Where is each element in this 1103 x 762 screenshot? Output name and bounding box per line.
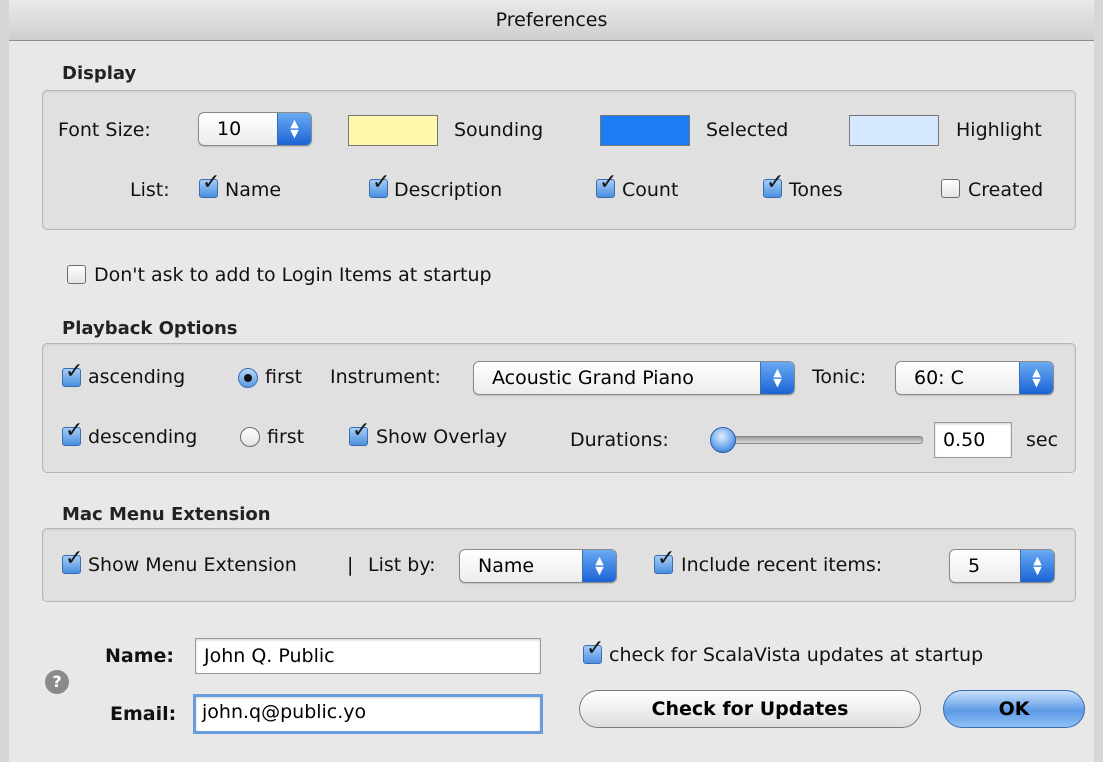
selected-color-label: Selected bbox=[706, 119, 789, 141]
login-items-label: Don't ask to add to Login Items at start… bbox=[94, 264, 492, 286]
login-items-checkbox[interactable] bbox=[67, 265, 86, 284]
show-menu-extension-label: Show Menu Extension bbox=[88, 554, 297, 576]
checkmark-icon: ✓ bbox=[766, 170, 785, 195]
instrument-label: Instrument: bbox=[330, 366, 441, 388]
instrument-popup[interactable]: Acoustic Grand Piano ▲ ▼ bbox=[473, 361, 795, 395]
recent-count-popup[interactable]: 5 ▲ ▼ bbox=[949, 549, 1055, 583]
radio-dot-icon bbox=[244, 374, 252, 382]
email-label: Email: bbox=[110, 703, 177, 725]
checkmark-icon: ✓ bbox=[599, 170, 618, 195]
durations-label: Durations: bbox=[570, 429, 669, 451]
list-description-label: Description bbox=[394, 179, 503, 201]
descending-first-label: first bbox=[267, 426, 305, 448]
email-field[interactable]: john.q@public.yo bbox=[193, 694, 543, 734]
show-menu-extension-checkbox[interactable]: ✓ bbox=[62, 548, 83, 574]
list-by-value: Name bbox=[478, 555, 535, 577]
list-count-checkbox[interactable]: ✓ bbox=[596, 172, 617, 198]
list-by-popup[interactable]: Name ▲ ▼ bbox=[459, 549, 617, 583]
instrument-value: Acoustic Grand Piano bbox=[492, 367, 694, 389]
durations-field[interactable]: 0.50 bbox=[934, 422, 1012, 458]
ascending-first-label: first bbox=[265, 366, 303, 388]
list-created-label: Created bbox=[968, 179, 1044, 201]
window-title: Preferences bbox=[9, 0, 1094, 41]
descending-checkbox[interactable]: ✓ bbox=[62, 420, 83, 446]
checkmark-icon: ✓ bbox=[352, 418, 371, 443]
selected-color-swatch[interactable] bbox=[600, 115, 690, 146]
font-size-label: Font Size: bbox=[58, 119, 151, 141]
tonic-value: 60: C bbox=[914, 367, 964, 389]
list-tones-label: Tones bbox=[789, 179, 843, 201]
list-by-label: List by: bbox=[368, 554, 436, 576]
list-label: List: bbox=[130, 179, 170, 201]
popup-arrows-icon: ▲ ▼ bbox=[277, 113, 311, 145]
list-name-checkbox[interactable]: ✓ bbox=[199, 172, 220, 198]
tonic-label: Tonic: bbox=[812, 366, 867, 388]
checkmark-icon: ✓ bbox=[65, 359, 84, 384]
recent-count-value: 5 bbox=[968, 555, 981, 577]
popup-arrows-icon: ▲ ▼ bbox=[760, 362, 794, 394]
checkmark-icon: ✓ bbox=[657, 546, 676, 571]
mac-menu-section-title: Mac Menu Extension bbox=[62, 504, 271, 525]
ascending-checkbox[interactable]: ✓ bbox=[62, 361, 83, 387]
font-size-popup[interactable]: 10 ▲ ▼ bbox=[198, 112, 312, 146]
include-recent-label: Include recent items: bbox=[681, 554, 883, 576]
display-group: Font Size: 10 ▲ ▼ Sounding Selected Highl… bbox=[42, 90, 1076, 230]
list-created-checkbox[interactable] bbox=[941, 179, 960, 198]
popup-arrows-icon: ▲ ▼ bbox=[1020, 550, 1054, 582]
name-field[interactable]: John Q. Public bbox=[195, 638, 541, 674]
tonic-popup[interactable]: 60: C ▲ ▼ bbox=[895, 361, 1054, 395]
check-updates-checkbox[interactable]: ✓ bbox=[583, 638, 604, 664]
popup-arrows-icon: ▲ ▼ bbox=[582, 550, 616, 582]
list-tones-checkbox[interactable]: ✓ bbox=[763, 172, 784, 198]
sounding-color-swatch[interactable] bbox=[348, 115, 438, 146]
ascending-label: ascending bbox=[88, 366, 186, 388]
checkmark-icon: ✓ bbox=[65, 418, 84, 443]
display-section-title: Display bbox=[62, 63, 137, 84]
durations-slider-knob[interactable] bbox=[709, 427, 736, 453]
show-overlay-checkbox[interactable]: ✓ bbox=[349, 420, 370, 446]
mac-menu-group: ✓ Show Menu Extension | List by: Name ▲ ▼… bbox=[42, 528, 1076, 602]
playback-section-title: Playback Options bbox=[62, 318, 238, 339]
check-updates-label: check for ScalaVista updates at startup bbox=[609, 644, 984, 666]
sounding-color-label: Sounding bbox=[454, 119, 544, 141]
checkmark-icon: ✓ bbox=[65, 546, 84, 571]
list-count-label: Count bbox=[622, 179, 679, 201]
durations-unit: sec bbox=[1026, 429, 1059, 451]
descending-first-radio[interactable] bbox=[240, 427, 260, 447]
ok-button[interactable]: OK bbox=[943, 690, 1085, 728]
font-size-value: 10 bbox=[217, 118, 242, 140]
list-description-checkbox[interactable]: ✓ bbox=[369, 172, 390, 198]
playback-group: ✓ ascending first Instrument: Acoustic G… bbox=[42, 343, 1076, 473]
popup-arrows-icon: ▲ ▼ bbox=[1019, 362, 1053, 394]
help-icon[interactable]: ? bbox=[45, 670, 69, 694]
checkmark-icon: ✓ bbox=[372, 170, 391, 195]
highlight-color-label: Highlight bbox=[956, 119, 1042, 141]
descending-label: descending bbox=[88, 426, 198, 448]
include-recent-checkbox[interactable]: ✓ bbox=[654, 548, 675, 574]
highlight-color-swatch[interactable] bbox=[849, 115, 939, 146]
preferences-window: Preferences Display Font Size: 10 ▲ ▼ Sou… bbox=[0, 0, 1103, 762]
list-name-label: Name bbox=[225, 179, 282, 201]
ascending-first-radio[interactable] bbox=[238, 368, 258, 388]
checkmark-icon: ✓ bbox=[202, 170, 221, 195]
menu-separator: | bbox=[347, 554, 354, 576]
durations-slider-track[interactable] bbox=[711, 436, 923, 444]
check-for-updates-button[interactable]: Check for Updates bbox=[579, 690, 921, 728]
name-label: Name: bbox=[105, 645, 175, 667]
show-overlay-label: Show Overlay bbox=[376, 426, 508, 448]
checkmark-icon: ✓ bbox=[586, 636, 605, 661]
